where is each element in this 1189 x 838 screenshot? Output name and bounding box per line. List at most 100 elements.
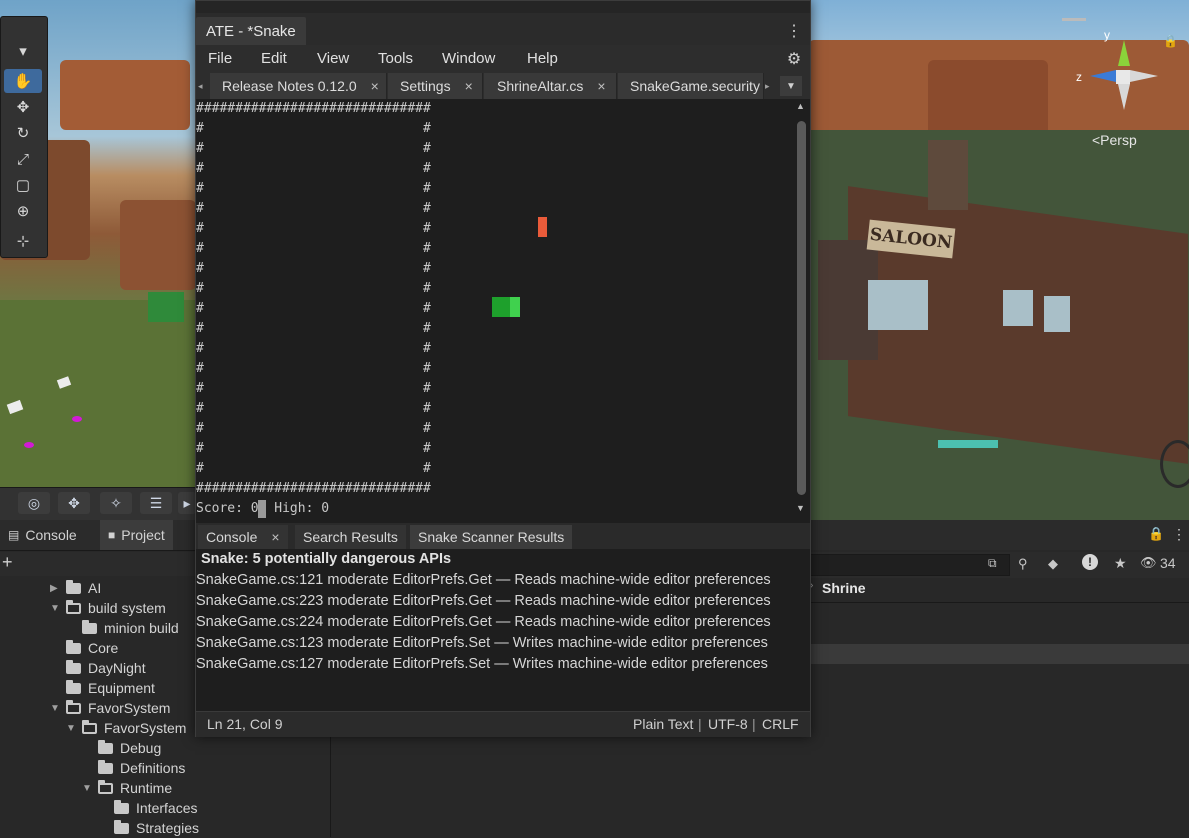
- star-icon[interactable]: ★: [1114, 555, 1127, 572]
- inspector-breadcrumb[interactable]: Shrine: [822, 580, 866, 596]
- project-folder-item[interactable]: Strategies: [98, 818, 199, 838]
- project-folder-item[interactable]: Definitions: [82, 758, 185, 778]
- menu-view[interactable]: View: [317, 50, 349, 67]
- file-encoding[interactable]: UTF-8: [708, 716, 748, 732]
- search-filter-icon[interactable]: ⧉: [988, 556, 997, 571]
- tab-scroll-right-icon[interactable]: ▸: [765, 73, 770, 99]
- gizmo-center[interactable]: [1116, 70, 1130, 84]
- menu-tools[interactable]: Tools: [378, 50, 413, 67]
- compass-icon[interactable]: ◎: [18, 492, 50, 514]
- lock-icon[interactable]: 🔒: [1163, 34, 1178, 48]
- gear-icon[interactable]: ⚙: [784, 49, 804, 69]
- hierarchy-icon[interactable]: ⚲: [1018, 556, 1028, 572]
- vertical-scrollbar[interactable]: ▲ ▼: [794, 99, 808, 517]
- tab-list-dropdown-icon[interactable]: ▼: [780, 76, 802, 96]
- tab-snakegame-security[interactable]: SnakeGame.security: [618, 73, 764, 99]
- tab-console[interactable]: ▤ Console: [0, 520, 85, 550]
- project-folder-item[interactable]: Equipment: [50, 678, 155, 698]
- text-editor[interactable]: ############################## # # # # # # #…: [196, 99, 810, 519]
- scanner-result-line[interactable]: SnakeGame.cs:121 moderate EditorPrefs.Ge…: [196, 570, 771, 590]
- right-panel: 🔒 ⋮ ⧉ ⚲ ◆ ! ★ 👁 34 › Shrine: [808, 520, 1189, 837]
- project-folder-item[interactable]: DayNight: [50, 658, 146, 678]
- scroll-up-icon[interactable]: ▲: [796, 101, 805, 111]
- project-folder-item[interactable]: Core: [50, 638, 118, 658]
- tab-scroll-left-icon[interactable]: ◂: [198, 73, 203, 99]
- tab-project[interactable]: ■ Project: [100, 520, 173, 550]
- scanner-result-line[interactable]: SnakeGame.cs:224 moderate EditorPrefs.Ge…: [196, 612, 771, 632]
- scanner-result-line[interactable]: SnakeGame.cs:127 moderate EditorPrefs.Se…: [196, 654, 768, 674]
- scanner-result-line[interactable]: SnakeGame.cs:123 moderate EditorPrefs.Se…: [196, 633, 768, 653]
- folder-label: Strategies: [136, 820, 200, 836]
- folder-icon: [66, 679, 81, 694]
- snake-head: [510, 297, 520, 317]
- tab-snake-scanner-results[interactable]: Snake Scanner Results: [410, 525, 573, 549]
- kebab-menu-icon[interactable]: ⋮: [1172, 526, 1186, 543]
- close-icon[interactable]: ×: [371, 78, 379, 94]
- move-tool-icon[interactable]: ✥: [4, 95, 42, 119]
- project-folder-item[interactable]: ▼ Runtime: [82, 778, 172, 798]
- chevron-down-icon[interactable]: ▼: [66, 723, 78, 734]
- snap-icon[interactable]: ✧: [100, 492, 132, 514]
- chevron-down-icon[interactable]: ▼: [82, 783, 94, 794]
- tab-label: Snake Scanner Results: [418, 529, 565, 545]
- folder-icon: [66, 579, 81, 594]
- transform-tool-icon[interactable]: ⊕: [4, 199, 42, 223]
- lock-icon[interactable]: 🔒: [1148, 526, 1164, 542]
- window-title[interactable]: ATE - *Snake: [196, 17, 306, 45]
- project-folder-item[interactable]: ▶ AI: [50, 578, 101, 598]
- sliders-icon[interactable]: ☰: [140, 492, 172, 514]
- search-input[interactable]: [808, 554, 1010, 576]
- folder-icon: [82, 719, 97, 734]
- close-icon[interactable]: ×: [597, 78, 605, 94]
- menu-bar: File Edit View Tools Window Help ⚙: [196, 45, 810, 73]
- file-tab-strip: ◂ Release Notes 0.12.0 × Settings × Shri…: [196, 73, 810, 100]
- line-endings[interactable]: CRLF: [762, 716, 799, 732]
- add-button[interactable]: +: [2, 552, 13, 573]
- hand-tool-icon[interactable]: ✋: [4, 69, 42, 93]
- close-icon[interactable]: ×: [465, 78, 473, 94]
- scroll-down-icon[interactable]: ▼: [796, 503, 805, 513]
- more-tools-icon[interactable]: ▸: [178, 492, 196, 514]
- scale-tool-icon[interactable]: ⤢: [4, 147, 42, 171]
- rect-tool-icon[interactable]: ▢: [4, 173, 42, 197]
- menu-file[interactable]: File: [208, 50, 232, 67]
- language-mode[interactable]: Plain Text: [633, 716, 693, 732]
- chevron-right-icon[interactable]: ▶: [50, 583, 62, 594]
- folder-icon: [98, 759, 113, 774]
- chevron-down-icon[interactable]: ▼: [50, 703, 62, 714]
- scene-view-right[interactable]: SALOON 🔒 y z <Persp: [808, 0, 1189, 520]
- project-folder-item[interactable]: Interfaces: [98, 798, 197, 818]
- tab-settings[interactable]: Settings ×: [388, 73, 483, 99]
- cursor-position[interactable]: Ln 21, Col 9: [207, 716, 283, 732]
- menu-window[interactable]: Window: [442, 50, 495, 67]
- tab-release-notes[interactable]: Release Notes 0.12.0 ×: [210, 73, 387, 99]
- custom-tool-icon[interactable]: ⊹: [4, 229, 42, 253]
- scanner-result-line[interactable]: SnakeGame.cs:223 moderate EditorPrefs.Ge…: [196, 591, 771, 611]
- move-arrows-icon[interactable]: ✥: [58, 492, 90, 514]
- rotate-tool-icon[interactable]: ↻: [4, 121, 42, 145]
- label-icon[interactable]: ◆: [1048, 556, 1058, 572]
- close-icon[interactable]: ×: [271, 529, 279, 545]
- tab-console[interactable]: Console ×: [198, 525, 288, 549]
- project-folder-item[interactable]: ▼ FavorSystem: [50, 698, 170, 718]
- tab-console-label: Console: [25, 527, 77, 543]
- view-options-icon[interactable]: ▾: [4, 39, 42, 63]
- project-folder-item[interactable]: ▼ build system: [50, 598, 166, 618]
- scrollbar-thumb[interactable]: [797, 121, 806, 495]
- tab-shrine-altar[interactable]: ShrineAltar.cs ×: [484, 73, 617, 99]
- scanner-heading: Snake: 5 potentially dangerous APIs: [201, 551, 452, 567]
- drag-handle[interactable]: [1062, 18, 1086, 21]
- project-folder-item[interactable]: ▼ FavorSystem: [66, 718, 186, 738]
- warning-icon[interactable]: !: [1082, 554, 1098, 570]
- menu-edit[interactable]: Edit: [261, 50, 287, 67]
- tab-search-results[interactable]: Search Results: [295, 525, 406, 549]
- project-folder-item[interactable]: minion build: [66, 618, 179, 638]
- projection-toggle[interactable]: <Persp: [1092, 132, 1137, 148]
- chevron-down-icon[interactable]: ▼: [50, 603, 62, 614]
- folder-label: build system: [88, 600, 166, 616]
- selected-row[interactable]: [808, 644, 1189, 664]
- menu-help[interactable]: Help: [527, 50, 558, 67]
- kebab-menu-icon[interactable]: ⋮: [786, 21, 802, 41]
- eye-icon[interactable]: 👁: [1140, 555, 1157, 571]
- project-folder-item[interactable]: Debug: [82, 738, 161, 758]
